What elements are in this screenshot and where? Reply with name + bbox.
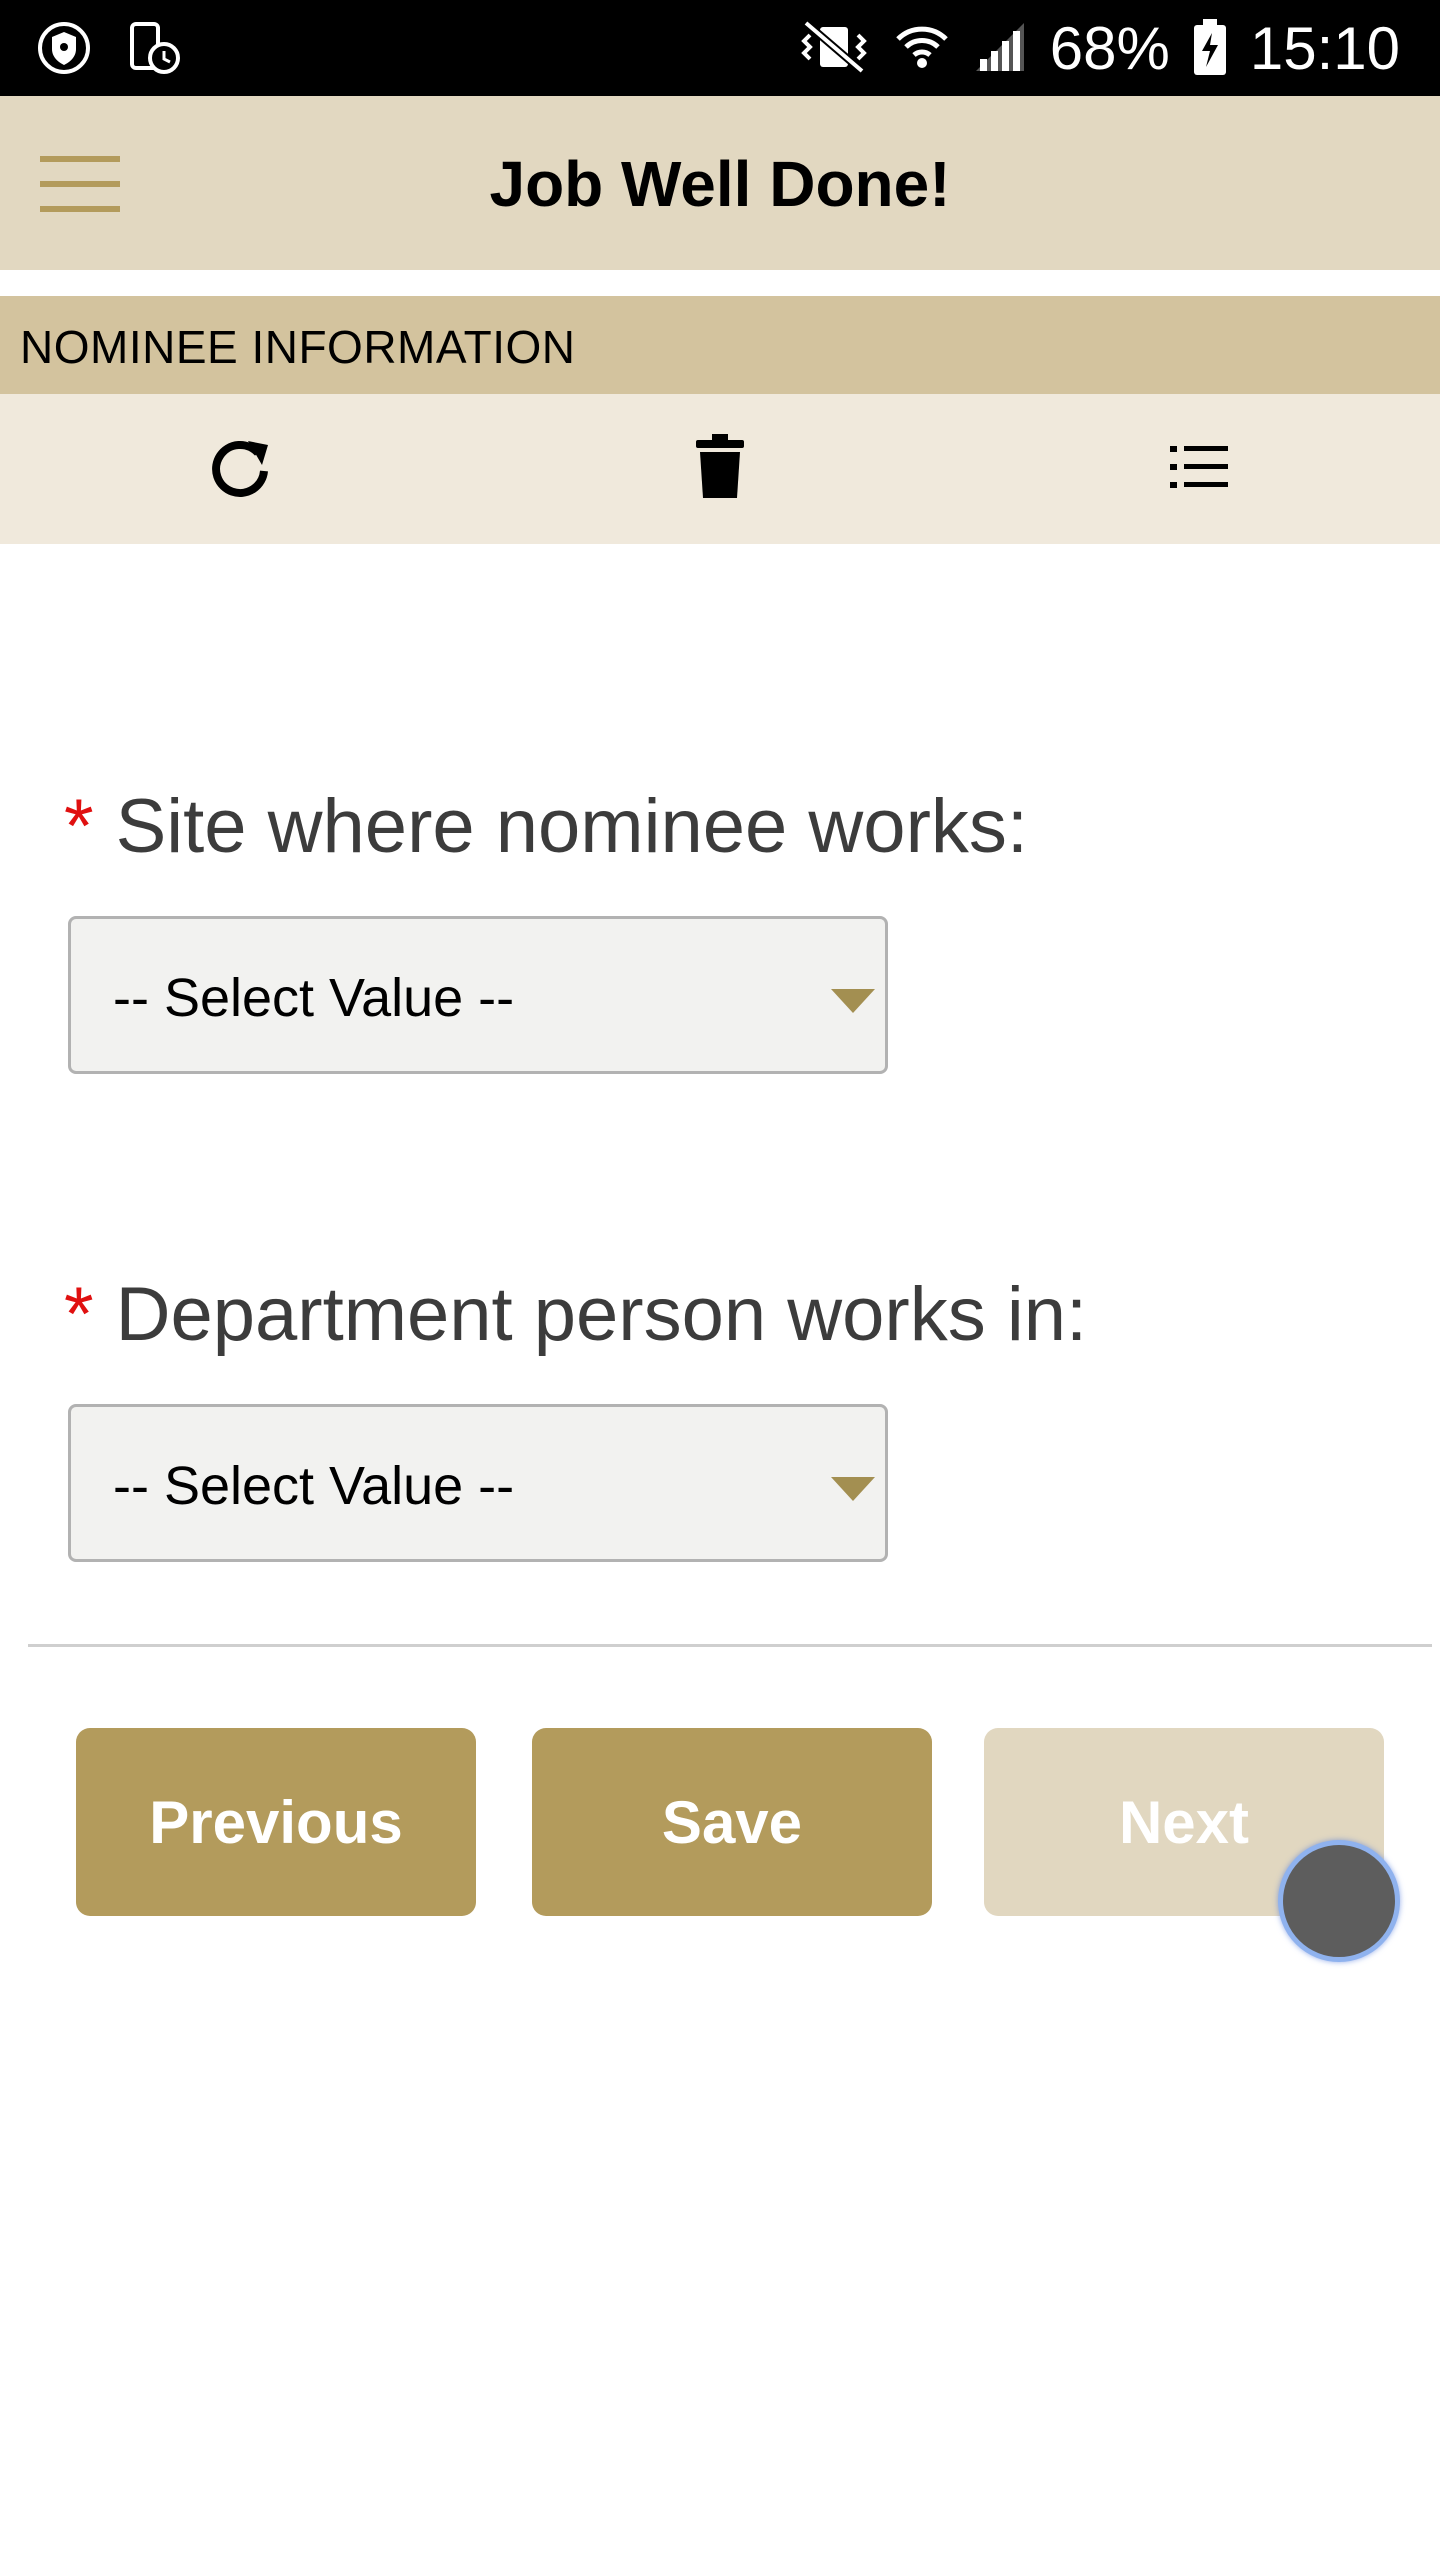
battery-percent: 68% (1049, 15, 1170, 82)
department-select[interactable]: -- Select Value -- (68, 1404, 888, 1562)
wifi-icon (894, 19, 950, 80)
site-field-label: * Site where nominee works: (64, 782, 1028, 872)
touch-indicator (1278, 1840, 1400, 1962)
section-toolbar (0, 394, 1440, 544)
refresh-button[interactable] (200, 434, 280, 504)
site-select[interactable]: -- Select Value -- (68, 916, 888, 1074)
clock: 15:10 (1249, 15, 1400, 82)
site-label-text: Site where nominee works: (115, 784, 1028, 869)
department-select-value: -- Select Value -- (113, 1456, 515, 1516)
app-header: Job Well Done! (0, 96, 1440, 270)
divider (28, 1644, 1432, 1647)
section-title: NOMINEE INFORMATION (20, 321, 576, 373)
department-label-text: Department person works in: (115, 1272, 1088, 1357)
save-button[interactable]: Save (532, 1728, 932, 1916)
previous-button[interactable]: Previous (76, 1728, 476, 1916)
department-field-label: * Department person works in: (64, 1270, 1087, 1360)
device-schedule-icon (126, 20, 182, 81)
site-select-value: -- Select Value -- (113, 968, 515, 1028)
page-title: Job Well Done! (489, 148, 951, 220)
signal-icon (972, 19, 1028, 80)
shield-icon (36, 20, 92, 81)
status-left-icons (36, 20, 182, 81)
list-icon (1170, 442, 1230, 497)
required-marker: * (64, 1272, 94, 1357)
list-button[interactable] (1160, 434, 1240, 504)
status-right-icons: 68% 15:10 (796, 14, 1400, 84)
required-marker: * (64, 784, 94, 869)
battery-charging-icon (1192, 17, 1228, 82)
trash-icon (694, 433, 746, 505)
refresh-icon (208, 435, 272, 504)
vibrate-mute-icon (796, 19, 872, 80)
chevron-down-icon (831, 989, 875, 1013)
section-header: NOMINEE INFORMATION (0, 296, 1440, 394)
status-bar: 68% 15:10 (0, 0, 1440, 96)
chevron-down-icon (831, 1477, 875, 1501)
delete-button[interactable] (680, 433, 760, 505)
